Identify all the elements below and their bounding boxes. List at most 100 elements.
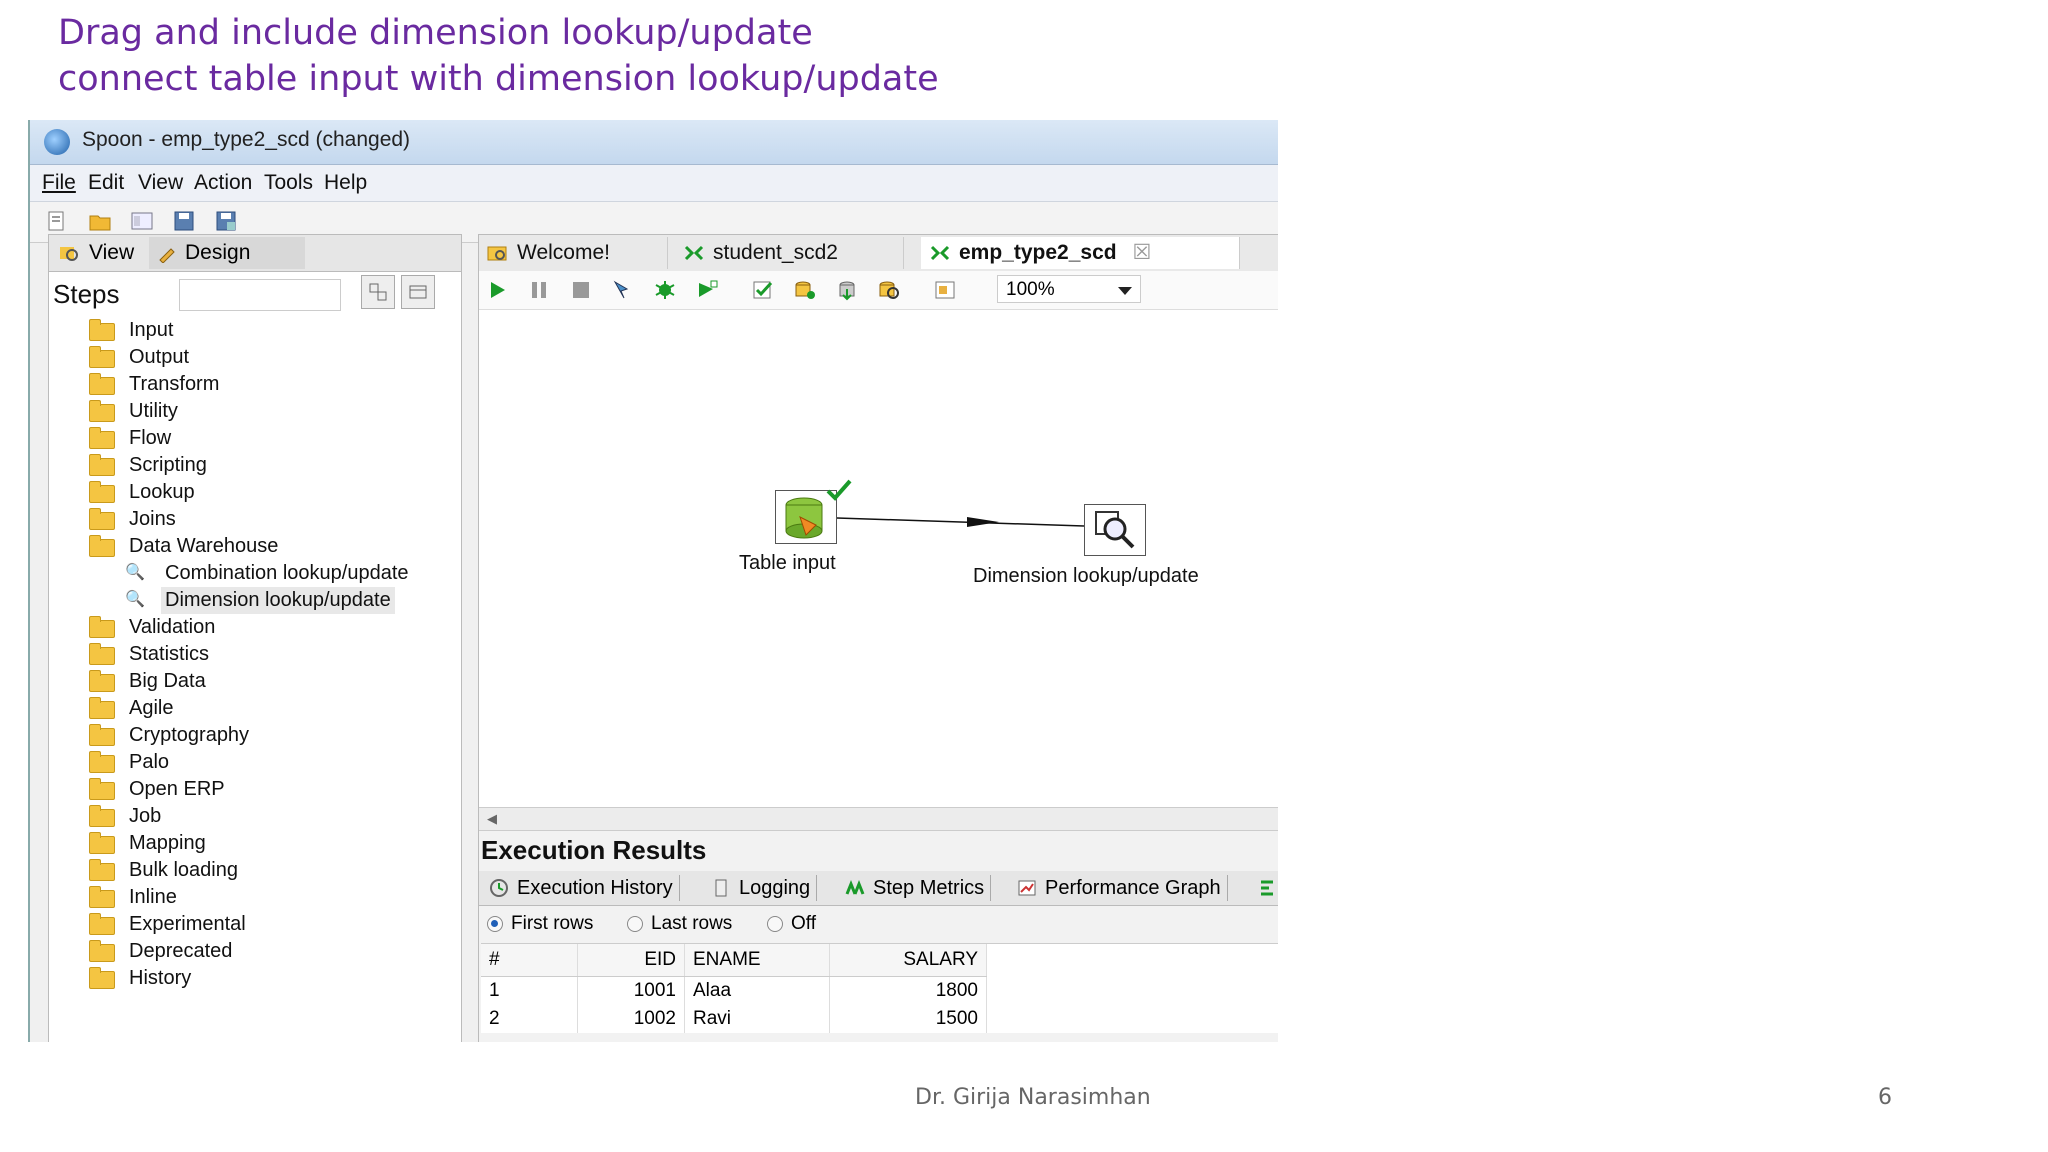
tab-step-metrics[interactable]: Step Metrics (841, 875, 992, 901)
folder-icon (89, 427, 115, 449)
menu-bar: File Edit View Action Tools Help (30, 165, 1278, 202)
open-folder-icon[interactable] (88, 210, 112, 232)
folder-icon (89, 724, 115, 746)
preview-icon[interactable] (611, 279, 635, 301)
collapse-all-button[interactable] (401, 275, 435, 309)
transformation-canvas[interactable]: Table input Dimension lookup/update (479, 310, 1278, 808)
dimension-lookup-label: Dimension lookup/update (973, 565, 1199, 587)
expand-all-button[interactable] (361, 275, 395, 309)
folder-icon (89, 859, 115, 881)
magnifier-icon (60, 247, 78, 261)
folder-icon (89, 778, 115, 800)
table-row[interactable]: 2 1002 Ravi 1500 (481, 1005, 987, 1033)
slide-title-line-2: connect table input with dimension looku… (58, 59, 939, 99)
tab-execution-history-label: Execution History (517, 877, 673, 899)
column-header-salary[interactable]: SALARY (829, 944, 987, 977)
pause-icon[interactable] (527, 279, 551, 301)
zoom-value: 100% (1006, 279, 1055, 300)
folder-icon (89, 805, 115, 827)
canvas-horizontal-scrollbar[interactable]: ◀ (479, 807, 1278, 831)
history-icon (490, 879, 508, 897)
sql-icon[interactable] (835, 279, 859, 301)
tab-performance-graph[interactable]: Performance Graph (1013, 875, 1228, 901)
tab-view-label: View (89, 241, 135, 264)
grid-icon[interactable] (933, 279, 957, 301)
stop-icon[interactable] (569, 279, 593, 301)
new-file-icon[interactable] (44, 210, 68, 232)
tab-design[interactable]: Design (149, 237, 305, 269)
overflow-tab-icon (1261, 880, 1273, 896)
hop-layer (836, 517, 1085, 527)
slide-page-number: 6 (1878, 1085, 1892, 1110)
welcome-icon (487, 246, 507, 261)
close-tab-icon[interactable]: ☒ (1132, 241, 1151, 264)
replay-icon[interactable] (695, 279, 719, 301)
tab-execution-history[interactable]: Execution History (485, 875, 680, 901)
folder-icon (89, 670, 115, 692)
tab-emp-type2-scd[interactable]: emp_type2_scd ☒ (921, 237, 1240, 269)
menu-action[interactable]: Action (194, 171, 252, 195)
folder-icon (89, 481, 115, 503)
table-input-step[interactable] (775, 479, 852, 544)
steps-panel: View Design Steps Input Output Transform… (48, 234, 462, 1042)
transformation-icon (684, 245, 704, 261)
menu-file[interactable]: File (42, 171, 76, 195)
folder-icon (89, 886, 115, 908)
lookup-step-icon: 🔍 (125, 564, 145, 581)
execution-tabs: Execution History Logging Step Metrics P… (479, 871, 1278, 906)
folder-icon (89, 832, 115, 854)
window-title: Spoon - emp_type2_scd (changed) (82, 128, 411, 151)
table-input-label: Table input (739, 552, 836, 574)
eid-cell: 1001 (577, 976, 685, 1005)
menu-edit[interactable]: Edit (88, 171, 124, 195)
tab-performance-graph-label: Performance Graph (1045, 877, 1221, 899)
radio-last-rows[interactable]: Last rows (627, 913, 732, 935)
menu-help[interactable]: Help (324, 171, 367, 195)
folder-icon (89, 454, 115, 476)
tab-logging[interactable]: Logging (707, 875, 818, 901)
radio-off[interactable]: Off (767, 913, 816, 935)
column-header-ename[interactable]: ENAME (684, 944, 830, 977)
zoom-select[interactable]: 100% (997, 275, 1141, 303)
explore-db-icon[interactable] (877, 279, 901, 301)
window-titlebar: Spoon - emp_type2_scd (changed) (30, 120, 1278, 165)
dimension-lookup-step[interactable] (1084, 504, 1146, 556)
steps-search-input[interactable] (179, 279, 341, 311)
run-icon[interactable] (485, 279, 509, 301)
tab-student-scd2[interactable]: student_scd2 (675, 237, 904, 269)
menu-view[interactable]: View (138, 171, 183, 195)
slide-title-line-1: Drag and include dimension lookup/update (58, 13, 813, 53)
lookup-step-icon: 🔍 (125, 591, 145, 608)
execution-results-title: Execution Results (481, 835, 707, 865)
impact-icon[interactable] (793, 279, 817, 301)
folder-icon (89, 697, 115, 719)
tab-view[interactable]: View (53, 237, 149, 269)
chevron-down-icon (1118, 287, 1132, 295)
explore-icon[interactable] (130, 210, 154, 232)
table-row[interactable]: 1 1001 Alaa 1800 (481, 976, 987, 1005)
radio-first-rows[interactable]: First rows (487, 913, 593, 935)
menu-tools[interactable]: Tools (264, 171, 313, 195)
ename-cell: Alaa (684, 976, 830, 1005)
tree-expand-icon (369, 283, 387, 301)
save-icon[interactable] (172, 210, 196, 232)
scroll-left-icon[interactable]: ◀ (487, 811, 497, 827)
hop-line[interactable] (836, 517, 1085, 527)
column-header-eid[interactable]: EID (577, 944, 685, 977)
checkmark-icon (826, 479, 852, 501)
folder-icon (89, 508, 115, 530)
folder-icon (89, 319, 115, 341)
verify-icon[interactable] (751, 279, 775, 301)
slide-footer-author: Dr. Girija Narasimhan (915, 1085, 1151, 1110)
tab-emp-type2-scd-label: emp_type2_scd (959, 241, 1117, 264)
debug-icon[interactable] (653, 279, 677, 301)
folder-icon (89, 967, 115, 989)
folder-icon (89, 400, 115, 422)
folder-icon (89, 643, 115, 665)
tab-welcome[interactable]: Welcome! (479, 237, 668, 269)
folder-icon (89, 373, 115, 395)
folder-icon (89, 751, 115, 773)
tab-step-metrics-label: Step Metrics (873, 877, 985, 899)
column-header-row-number[interactable]: # (481, 944, 578, 977)
save-as-icon[interactable] (214, 210, 238, 232)
